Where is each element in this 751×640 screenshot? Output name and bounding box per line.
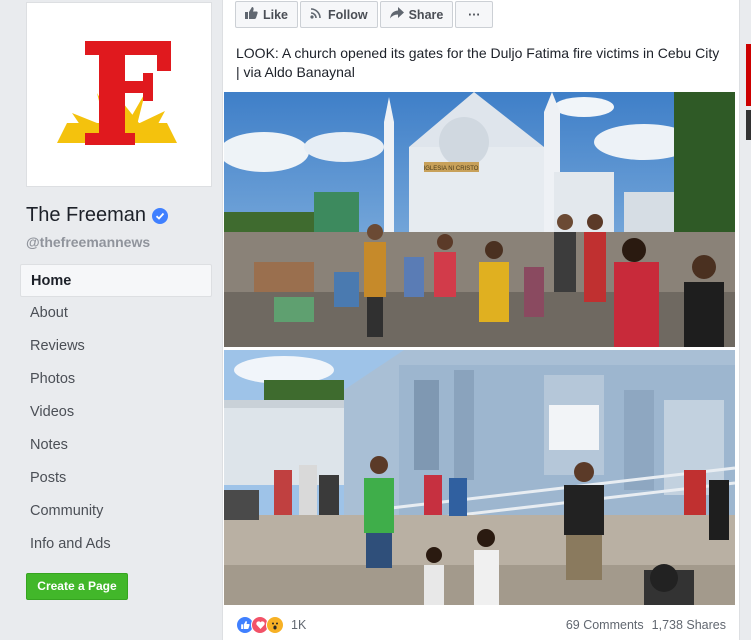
nav-item-notes[interactable]: Notes xyxy=(20,429,212,462)
page-nav: Home About Reviews Photos Videos Notes P… xyxy=(20,264,212,561)
page-logo[interactable] xyxy=(26,2,212,187)
right-column-sliver xyxy=(746,44,751,106)
follow-button[interactable]: Follow xyxy=(300,1,378,28)
comments-count[interactable]: 69 Comments xyxy=(566,618,644,632)
share-button[interactable]: Share xyxy=(379,1,454,28)
like-label: Like xyxy=(263,7,289,22)
share-icon xyxy=(389,7,404,22)
create-page-button[interactable]: Create a Page xyxy=(26,573,128,600)
follow-label: Follow xyxy=(328,7,368,22)
post-photo-church[interactable]: IGLESIA NI CRISTO xyxy=(224,92,735,347)
freeman-logo xyxy=(57,41,177,145)
share-label: Share xyxy=(408,7,444,22)
church-photo: IGLESIA NI CRISTO xyxy=(224,92,735,347)
nav-item-videos[interactable]: Videos xyxy=(20,396,212,429)
nav-item-photos[interactable]: Photos xyxy=(20,363,212,396)
nav-item-about[interactable]: About xyxy=(20,297,212,330)
page-action-bar: Like Follow Share ··· xyxy=(235,1,495,29)
follow-icon xyxy=(310,7,323,22)
more-icon: ··· xyxy=(468,7,481,22)
nav-item-home[interactable]: Home xyxy=(20,264,212,297)
nav-item-reviews[interactable]: Reviews xyxy=(20,330,212,363)
wow-reaction-icon xyxy=(266,616,284,634)
post-stats: 69 Comments 1,738 Shares xyxy=(566,618,726,632)
page-name-text[interactable]: The Freeman xyxy=(26,204,146,227)
post-text: LOOK: A church opened its gates for the … xyxy=(236,45,720,80)
verified-icon xyxy=(152,207,169,224)
nav-item-community[interactable]: Community xyxy=(20,495,212,528)
crowd-photo xyxy=(224,350,735,605)
like-icon xyxy=(245,7,258,22)
post-footer: 1K 69 Comments 1,738 Shares xyxy=(236,614,726,636)
more-button[interactable]: ··· xyxy=(455,1,494,28)
page-handle[interactable]: @thefreemannews xyxy=(26,234,150,250)
nav-item-posts[interactable]: Posts xyxy=(20,462,212,495)
page-title[interactable]: The Freeman xyxy=(26,204,169,227)
post-photo-crowd[interactable] xyxy=(224,350,735,605)
shares-count[interactable]: 1,738 Shares xyxy=(652,618,726,632)
church-sign: IGLESIA NI CRISTO xyxy=(424,166,479,172)
reaction-icons[interactable] xyxy=(236,616,284,634)
nav-item-info-and-ads[interactable]: Info and Ads xyxy=(20,528,212,561)
right-column-sliver-dark xyxy=(746,110,751,140)
reactions-count[interactable]: 1K xyxy=(291,618,306,632)
like-button[interactable]: Like xyxy=(235,1,299,28)
